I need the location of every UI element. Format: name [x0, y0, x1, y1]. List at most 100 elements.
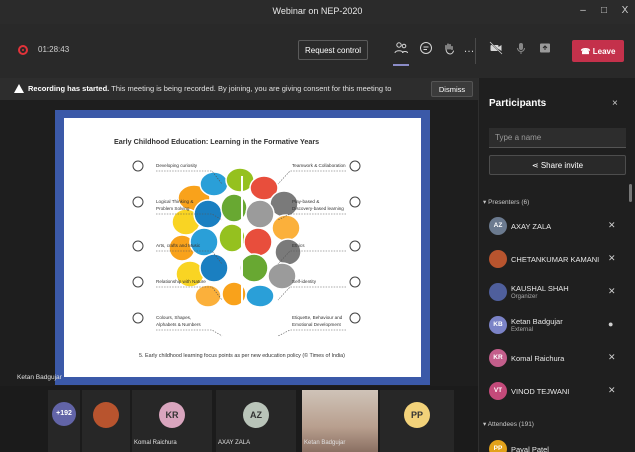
right-topic-label: Discovery-based learning [292, 206, 344, 211]
warning-icon [14, 84, 24, 93]
participant-role: External [511, 327, 534, 333]
participant-row[interactable]: PP Payal Patel [479, 433, 629, 452]
banner-detail-text: This meeting is being recorded. By joini… [111, 84, 393, 93]
left-topic-label: Logical Thinking & [156, 199, 193, 204]
right-topic-label: Teamwork & Collaboration [292, 163, 346, 168]
chat-icon[interactable] [418, 41, 434, 57]
participant-avatar [489, 283, 507, 301]
brain-segment [239, 253, 269, 283]
leave-button[interactable]: ☎ Leave [572, 40, 624, 62]
tile-avatar [93, 402, 119, 428]
leave-label: Leave [592, 46, 616, 56]
participants-panel: Participants × ⋖ Share invite ▾ Presente… [478, 78, 635, 452]
overflow-participants-tile[interactable]: +192 [48, 390, 80, 452]
presenters-section-header[interactable]: ▾ Presenters (6) [483, 198, 529, 206]
minimize-button[interactable]: – [575, 4, 591, 18]
title-bar: Webinar on NEP-2020 – □ X [0, 0, 635, 24]
left-topic-icon [132, 240, 144, 252]
raise-hand-icon[interactable] [441, 41, 457, 57]
meeting-timer: 01:28:43 [38, 45, 70, 54]
right-topic-label: Play-based & [292, 199, 319, 204]
participant-row[interactable]: KR Komal Raichura ✕ [479, 342, 629, 374]
participant-search-input[interactable] [489, 128, 626, 148]
tile-avatar: KR [159, 402, 185, 428]
close-window-button[interactable]: X [617, 4, 633, 18]
brain-segment [220, 193, 248, 223]
participant-name: Payal Patel [511, 445, 549, 452]
participant-row[interactable]: KAUSHAL SHAH Organizer ✕ [479, 276, 629, 308]
active-tab-indicator [393, 64, 409, 66]
participant-video-tile[interactable]: KR Komal Raichura [132, 390, 212, 452]
shared-slide-frame: Early Childhood Education: Learning in t… [55, 110, 430, 385]
close-panel-icon[interactable]: × [612, 98, 618, 109]
panel-scrollbar[interactable] [629, 184, 632, 202]
maximize-button[interactable]: □ [596, 4, 612, 18]
banner-message: Recording has started. This meeting is b… [28, 84, 393, 93]
right-connector-line [277, 170, 346, 185]
mic-muted-icon: ✕ [608, 253, 616, 263]
brain-segment [199, 171, 229, 197]
participant-row[interactable]: AZ AXAY ZALA ✕ [479, 210, 629, 242]
participant-video-tile[interactable]: PP [380, 390, 454, 452]
video-gallery: +192 KR Komal Raichura AZ AXAY ZALA Ketan Bad… [0, 386, 478, 452]
left-topic-label: Colours, Shapes, [156, 315, 191, 320]
mic-muted-icon: ✕ [608, 385, 616, 395]
participant-video-tile[interactable]: Ketan Badgujar [302, 390, 378, 452]
participants-title: Participants [489, 98, 547, 109]
brain-segment [271, 214, 301, 242]
right-topic-icon [349, 240, 361, 252]
brain-segment [194, 284, 222, 308]
brain-illustration [168, 167, 302, 308]
participant-name: AXAY ZALA [511, 222, 552, 231]
dismiss-button[interactable]: Dismiss [431, 81, 473, 97]
participant-role: Organizer [511, 294, 538, 300]
request-control-button[interactable]: Request control [298, 40, 368, 60]
attendees-section-header[interactable]: ▾ Attendees (191) [483, 420, 534, 428]
tile-participant-name: Ketan Badgujar [304, 440, 346, 446]
left-topic-icon [132, 312, 144, 324]
left-topic-label: Alphabets & Numbers [156, 322, 201, 327]
recording-icon [18, 45, 28, 55]
left-connector-line [156, 329, 223, 337]
shared-slide: Early Childhood Education: Learning in t… [64, 118, 421, 377]
participant-avatar: AZ [489, 217, 507, 235]
share-invite-button[interactable]: ⋖ Share invite [489, 155, 626, 175]
left-topic-icon [132, 160, 144, 172]
right-topic-label: Etiquette, Behaviour and [292, 315, 343, 320]
mic-muted-icon: ✕ [608, 220, 616, 230]
tile-avatar: PP [404, 402, 430, 428]
tile-avatar: AZ [243, 402, 269, 428]
participant-avatar: KB [489, 316, 507, 334]
left-topic-label: Arts, crafts and Music [156, 243, 201, 248]
attendees-header-label: Attendees (191) [487, 421, 534, 428]
window-title: Webinar on NEP-2020 [272, 6, 363, 16]
participant-name: VINOD TEJWANI [511, 387, 570, 396]
share-invite-label: Share invite [540, 160, 584, 170]
left-topic-label: Developing curiosity [156, 163, 198, 168]
right-topic-label: Ethics [292, 243, 305, 248]
participant-video-tile[interactable] [82, 390, 130, 452]
right-topic-label: Self-identity [292, 279, 317, 284]
share-tray-icon[interactable] [537, 41, 553, 57]
brain-segment [245, 199, 275, 229]
participant-name: Komal Raichura [511, 354, 565, 363]
brain-segment [189, 227, 219, 257]
left-topic-icon [132, 276, 144, 288]
tile-participant-name: AXAY ZALA [218, 440, 251, 446]
participant-row[interactable]: CHETANKUMAR KAMANI ✕ [479, 243, 629, 275]
presenters-header-label: Presenters (6) [488, 199, 530, 206]
participant-video-tile[interactable]: AZ AXAY ZALA [216, 390, 296, 452]
right-topic-icon [349, 196, 361, 208]
brain-segment [245, 284, 275, 308]
mic-off-icon[interactable] [513, 41, 529, 57]
brain-segment [199, 253, 229, 283]
share-icon: ⋖ [531, 160, 539, 170]
camera-off-icon[interactable] [488, 41, 504, 57]
participant-name: CHETANKUMAR KAMANI [511, 255, 600, 264]
left-topic-label: Problem Solving [156, 206, 190, 211]
participants-icon[interactable] [393, 41, 409, 57]
participant-avatar [489, 250, 507, 268]
participant-row[interactable]: KB Ketan Badgujar External ● [479, 309, 629, 341]
participant-row[interactable]: VT VINOD TEJWANI ✕ [479, 375, 629, 407]
right-topic-icon [349, 160, 361, 172]
